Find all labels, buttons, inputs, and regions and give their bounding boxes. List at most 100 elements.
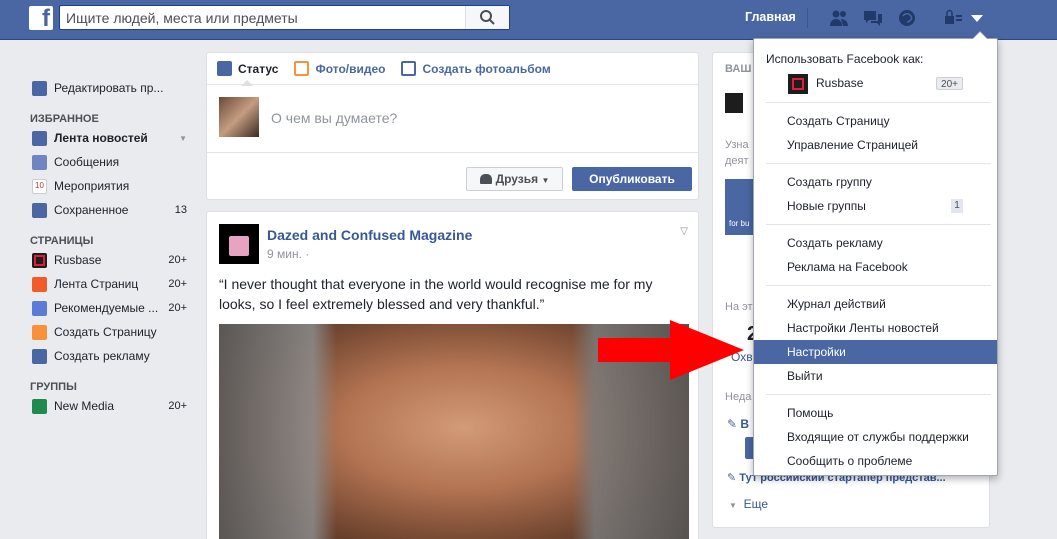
post-link[interactable]: ✎ В [727,417,749,431]
pencil-icon: ✎ [727,417,738,431]
menu-divider [766,285,991,286]
menu-item-create-page[interactable]: Создать Страницу [754,109,997,133]
home-link[interactable]: Главная [745,10,796,24]
menu-item-create-group[interactable]: Создать группу [754,170,997,194]
count-badge: 13 [174,204,187,216]
menu-item-facebook-ads[interactable]: Реклама на Facebook [754,255,997,279]
learn-text: Узна [725,139,749,151]
photo-icon [294,61,310,76]
sidebar-item-events[interactable]: 10 Мероприятия [30,176,190,200]
menu-divider [766,394,991,395]
tab-label: Фото/видео [315,61,386,76]
chevron-down-icon[interactable]: ▽ [680,226,688,237]
tab-status[interactable]: Статус [217,53,279,86]
chevron-down-icon: ▼ [729,501,737,510]
tab-label: Статус [238,61,279,76]
chevron-down-icon[interactable]: ▼ [179,129,187,149]
search-input[interactable] [60,6,460,29]
search-button[interactable] [465,6,509,29]
tab-photo-video[interactable]: Фото/видео [294,53,385,85]
menu-item-new-groups[interactable]: Новые группы 1 [754,194,997,218]
menu-divider [766,224,991,225]
sidebar-item-edit-profile[interactable]: Редактировать пр... [30,78,190,102]
left-sidebar: Редактировать пр... ИЗБРАННОЕ Лента ново… [30,78,190,420]
notifications-icon[interactable] [896,8,918,28]
publish-button[interactable]: Опубликовать [572,167,692,191]
dazed-logo-icon [229,236,249,256]
sidebar-item-label: Создать Страницу [54,325,157,339]
account-menu-icon[interactable] [966,8,988,28]
menu-item-rusbase[interactable]: Rusbase 20+ [754,71,997,95]
facebook-logo[interactable]: f [29,6,53,31]
menu-item-create-ad[interactable]: Создать рекламу [754,231,997,255]
activity-text: деят [725,155,749,167]
pages-header: СТРАНИЦЫ [30,235,94,247]
plus-icon [32,325,47,340]
sidebar-item-saved[interactable]: Сохраненное 13 [30,200,190,224]
tab-create-album[interactable]: Создать фотоальбом [401,53,551,85]
menu-item-report-problem[interactable]: Сообщить о проблеме [754,449,997,473]
count-badge: 20+ [936,77,963,90]
news-feed-icon [32,131,47,146]
sidebar-item-label: Сообщения [54,155,120,169]
page-avatar[interactable] [219,224,259,264]
friends-icon[interactable] [828,8,850,28]
pencil-icon [32,81,47,96]
sidebar-item-pages-feed[interactable]: Лента Страниц 20+ [30,274,190,298]
composer-input[interactable]: О чем вы думаете? [271,110,397,126]
privacy-icon[interactable] [942,8,964,28]
post-timestamp[interactable]: 9 мин. · [267,247,309,261]
see-more-link[interactable]: ▼ Еще [729,497,768,511]
composer-tabs: Статус Фото/видео Создать фотоальбом [207,53,698,86]
sidebar-item-rusbase[interactable]: Rusbase 20+ [30,250,190,274]
album-icon [401,61,417,76]
sidebar-item-create-page[interactable]: Создать Страницу [30,322,190,346]
menu-item-logout[interactable]: Выйти [754,364,997,388]
favorites-header: ИЗБРАННОЕ [30,113,99,125]
sidebar-item-messages[interactable]: Сообщения [30,152,190,176]
promo-image[interactable]: for bu [725,179,755,235]
post-link-label: В [740,417,750,431]
messages-icon[interactable] [862,8,884,28]
sidebar-item-label: Лента новостей [54,131,148,145]
search-icon [480,10,495,25]
sidebar-item-label: Мероприятия [54,179,130,193]
count-badge: 20+ [168,254,187,266]
sidebar-item-label: Редактировать пр... [54,81,164,95]
topbar-divider [807,8,808,28]
menu-item-help[interactable]: Помощь [754,401,997,425]
sidebar-item-news-feed[interactable]: Лента новостей ▼ [30,128,190,152]
post-author[interactable]: Dazed and Confused Magazine [267,227,472,243]
pencil-icon: ✎ [727,472,737,484]
menu-divider [766,102,991,103]
menu-item-manage-page[interactable]: Управление Страницей [754,133,997,157]
audience-selector[interactable]: Друзья ▼ [466,167,563,191]
avatar [219,97,259,137]
tab-label: Создать фотоальбом [422,61,551,76]
sidebar-item-create-ad[interactable]: Создать рекламу [30,346,190,370]
sidebar-item-new-media[interactable]: New Media 20+ [30,396,190,420]
use-as-label: Использовать Facebook как: [766,52,924,66]
section-header: ВАШ [725,63,752,75]
menu-item-news-feed-settings[interactable]: Настройки Ленты новостей [754,316,997,340]
menu-item-activity-log[interactable]: Журнал действий [754,292,997,316]
bookmark-icon [32,203,47,218]
rusbase-logo-icon [32,253,47,268]
sidebar-item-label: Лента Страниц [54,277,139,291]
menu-item-label: Rusbase [816,76,864,90]
week-text: Неда [725,391,752,403]
calendar-icon: 10 [32,179,47,194]
menu-item-settings[interactable]: Настройки [754,340,997,364]
sidebar-item-label: Рекомендуемые ... [54,301,159,315]
rusbase-logo-icon [725,93,743,113]
this-week-text: На эт [725,301,753,313]
account-dropdown-menu: Использовать Facebook как: Rusbase 20+ С… [753,31,998,476]
sidebar-item-label: Создать рекламу [54,349,150,363]
menu-item-support-inbox[interactable]: Входящие от службы поддержки [754,425,997,449]
post-text: “I never thought that everyone in the wo… [219,276,653,312]
search-box [59,5,510,30]
red-arrow-icon [598,320,744,380]
sidebar-item-label: Rusbase [54,253,102,267]
count-badge: 20+ [168,400,187,412]
sidebar-item-recommended[interactable]: Рекомендуемые ... 20+ [30,298,190,322]
